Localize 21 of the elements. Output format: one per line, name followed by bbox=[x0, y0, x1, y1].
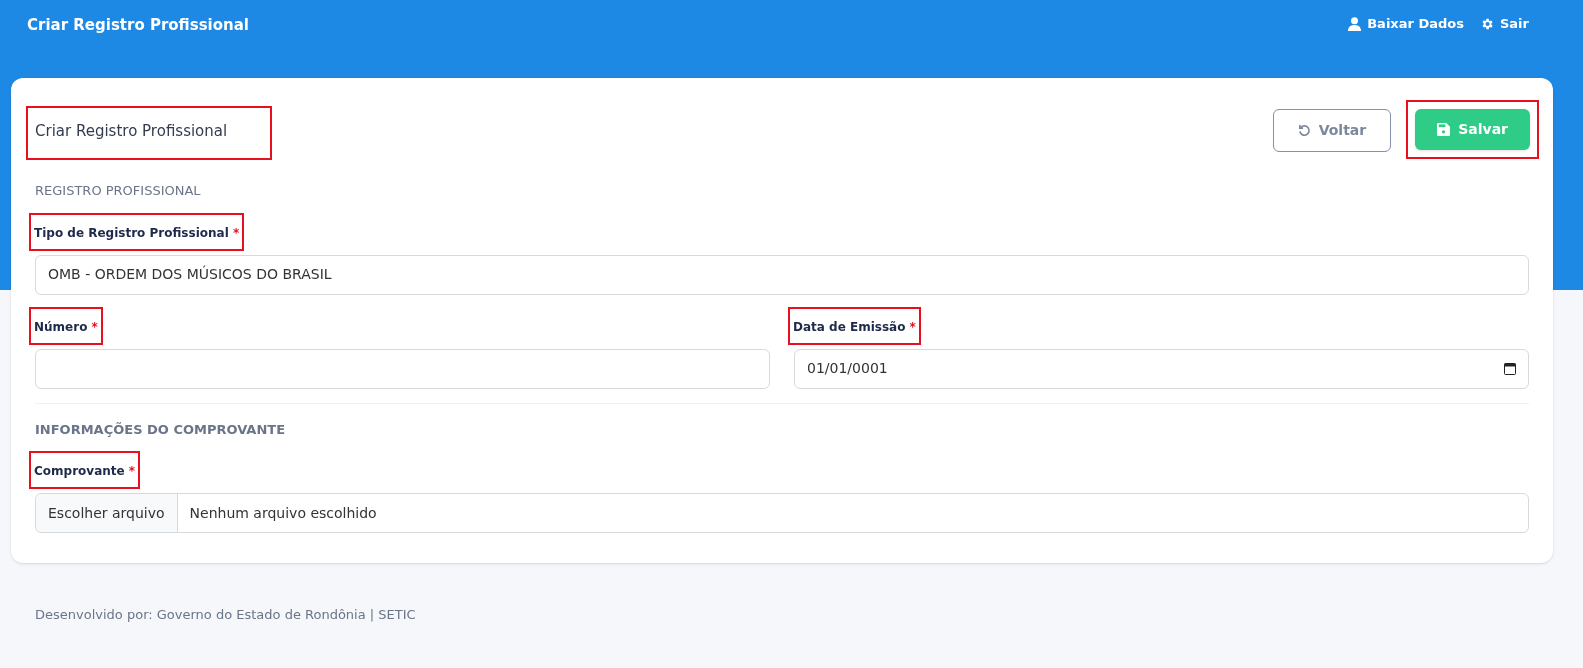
input-field[interactable] bbox=[35, 348, 770, 389]
select-field[interactable]: OMB - ORDEM DOS MÚSICOS DO BRASIL bbox=[35, 254, 1529, 295]
file-field[interactable]: Escolher arquivo Nenhum arquivo escolhido bbox=[35, 493, 1529, 533]
section-heading: REGISTRO PROFISSIONAL bbox=[35, 182, 202, 200]
section-heading: INFORMAÇÕES DO COMPROVANTE bbox=[35, 420, 287, 439]
date-field[interactable]: 01/01/0001 bbox=[794, 348, 1529, 389]
app-title: Criar Registro Profissional bbox=[27, 15, 249, 36]
header-link[interactable]: Sair bbox=[1480, 14, 1529, 34]
field-label: Tipo de Registro Profissional * bbox=[34, 225, 240, 240]
field-label: Data de Emissão * bbox=[793, 319, 916, 334]
settings-icon bbox=[1480, 16, 1494, 31]
user-icon bbox=[1348, 16, 1362, 31]
calendar-icon bbox=[1504, 362, 1516, 375]
footer-text: Desenvolvido por: Governo do Estado de Rondônia | SETIC bbox=[34, 606, 417, 624]
undo-icon bbox=[1297, 124, 1311, 137]
field-label: Número * bbox=[34, 319, 98, 334]
card-title: Criar Registro Profissional bbox=[35, 122, 228, 140]
header-link[interactable]: Baixar Dados bbox=[1348, 14, 1464, 34]
back-button[interactable]: Voltar bbox=[1272, 109, 1392, 152]
field-label: Comprovante * bbox=[34, 464, 136, 478]
save-button[interactable]: Salvar bbox=[1415, 109, 1530, 150]
